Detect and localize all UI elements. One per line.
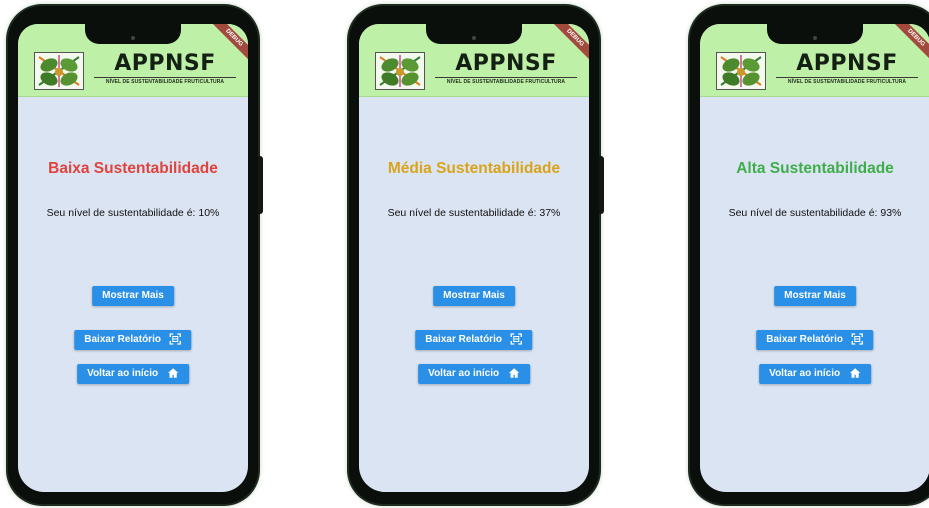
download-report-button[interactable]: Baixar Relatório xyxy=(756,330,874,350)
phone-screen: APPNSF NÍVEL DE SUSTENTABILIDADE FRUTICU… xyxy=(18,24,248,492)
show-more-label: Mostrar Mais xyxy=(102,290,164,301)
debug-label: DEBUG xyxy=(549,24,589,64)
home-icon xyxy=(508,368,520,379)
sustainability-level-message: Seu nível de sustentabilidade é: 93% xyxy=(728,207,902,219)
phone-screen: APPNSF NÍVEL DE SUSTENTABILIDADE FRUTICU… xyxy=(359,24,589,492)
home-icon xyxy=(167,368,179,379)
app-subtitle: NÍVEL DE SUSTENTABILIDADE FRUTICULTURA xyxy=(435,77,577,86)
sustainability-level-title: Alta Sustentabilidade xyxy=(736,160,894,177)
download-report-button[interactable]: Baixar Relatório xyxy=(74,330,192,350)
show-more-label: Mostrar Mais xyxy=(784,290,846,301)
phone-mockup-3: APPNSF NÍVEL DE SUSTENTABILIDADE FRUTICU… xyxy=(690,6,929,504)
app-subtitle: NÍVEL DE SUSTENTABILIDADE FRUTICULTURA xyxy=(94,77,236,86)
debug-banner: DEBUG xyxy=(890,24,929,64)
download-report-label: Baixar Relatório xyxy=(84,334,161,345)
app-logo xyxy=(716,52,766,90)
show-more-button[interactable]: Mostrar Mais xyxy=(92,286,174,306)
qr-scan-icon xyxy=(170,333,182,346)
back-to-start-button[interactable]: Voltar ao início xyxy=(77,364,189,384)
phone-mockup-1: APPNSF NÍVEL DE SUSTENTABILIDADE FRUTICU… xyxy=(8,6,263,504)
app-logo xyxy=(375,52,425,90)
phone-screen: APPNSF NÍVEL DE SUSTENTABILIDADE FRUTICU… xyxy=(700,24,929,492)
download-report-label: Baixar Relatório xyxy=(766,334,843,345)
back-to-start-label: Voltar ao início xyxy=(769,368,841,379)
show-more-button[interactable]: Mostrar Mais xyxy=(433,286,515,306)
debug-banner: DEBUG xyxy=(549,24,589,64)
back-to-start-label: Voltar ao início xyxy=(428,368,500,379)
back-to-start-button[interactable]: Voltar ao início xyxy=(759,364,871,384)
camera-dot xyxy=(472,36,476,40)
home-icon xyxy=(849,368,861,379)
qr-scan-icon xyxy=(511,333,523,346)
camera-dot xyxy=(131,36,135,40)
show-more-button[interactable]: Mostrar Mais xyxy=(774,286,856,306)
app-subtitle: NÍVEL DE SUSTENTABILIDADE FRUTICULTURA xyxy=(776,77,918,86)
back-to-start-button[interactable]: Voltar ao início xyxy=(418,364,530,384)
back-to-start-label: Voltar ao início xyxy=(87,368,159,379)
download-report-label: Baixar Relatório xyxy=(425,334,502,345)
sustainability-level-message: Seu nível de sustentabilidade é: 37% xyxy=(387,207,561,219)
phone-mockup-2: APPNSF NÍVEL DE SUSTENTABILIDADE FRUTICU… xyxy=(349,6,604,504)
sustainability-level-message: Seu nível de sustentabilidade é: 10% xyxy=(46,207,220,219)
download-report-button[interactable]: Baixar Relatório xyxy=(415,330,533,350)
sustainability-level-title: Baixa Sustentabilidade xyxy=(48,160,218,177)
camera-dot xyxy=(813,36,817,40)
phone-notch xyxy=(85,24,181,44)
phone-notch xyxy=(426,24,522,44)
debug-label: DEBUG xyxy=(208,24,248,64)
qr-scan-icon xyxy=(852,333,864,346)
phone-notch xyxy=(767,24,863,44)
show-more-label: Mostrar Mais xyxy=(443,290,505,301)
debug-label: DEBUG xyxy=(890,24,929,64)
debug-banner: DEBUG xyxy=(208,24,248,64)
app-logo xyxy=(34,52,84,90)
sustainability-level-title: Média Sustentabilidade xyxy=(387,160,561,177)
